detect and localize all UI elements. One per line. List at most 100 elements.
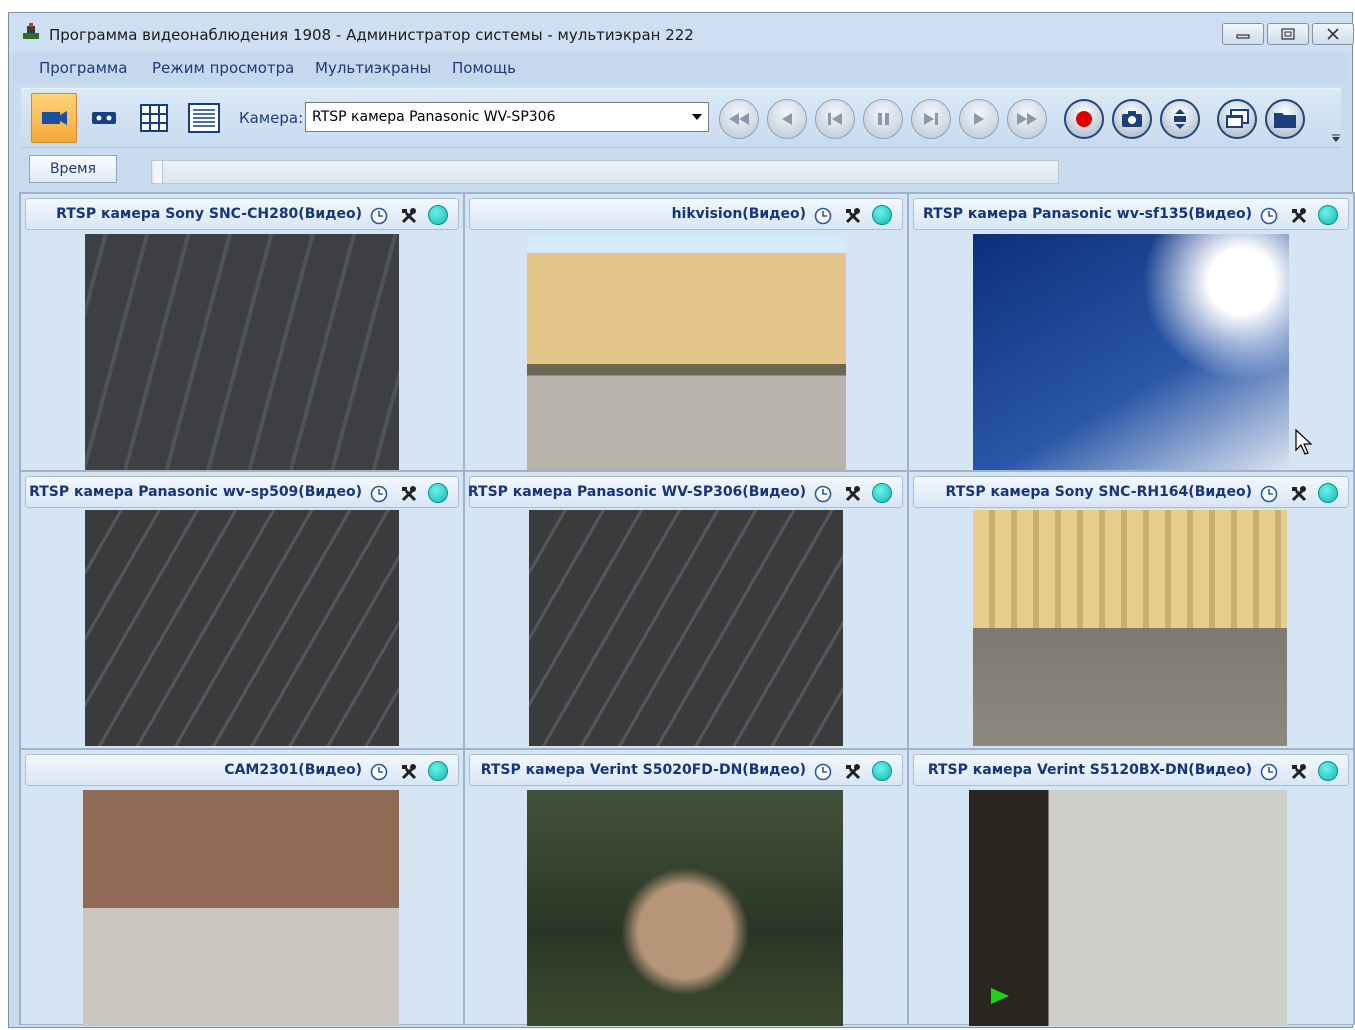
camera-video[interactable] [973, 234, 1289, 470]
tools-icon[interactable] [400, 485, 418, 503]
app-icon [23, 23, 39, 39]
time-slider[interactable] [151, 160, 1059, 184]
folder-icon [1274, 113, 1296, 128]
tools-icon[interactable] [400, 763, 418, 781]
camera-cell[interactable]: RTSP камера Panasonic wv-sp509(Видео) [20, 471, 464, 749]
menu-view-mode[interactable]: Режим просмотра [152, 59, 294, 77]
time-button[interactable]: Время [29, 155, 117, 183]
clock-icon[interactable] [1260, 207, 1278, 225]
main-window: Программа видеонаблюдения 1908 - Админис… [8, 12, 1355, 1028]
camera-header[interactable]: RTSP камера Panasonic wv-sp509(Видео) [25, 476, 459, 508]
snapshot-button[interactable] [1112, 99, 1152, 139]
camera-header[interactable]: RTSP камера Panasonic WV-SP306(Видео) [467, 476, 903, 508]
tools-icon[interactable] [844, 763, 862, 781]
list-view-button[interactable] [181, 93, 227, 143]
toolbar-overflow-icon[interactable] [1331, 133, 1341, 143]
skip-start-button[interactable] [815, 99, 855, 139]
list-view-icon [188, 103, 220, 133]
play-button[interactable] [959, 99, 999, 139]
clock-icon[interactable] [814, 485, 832, 503]
tools-icon[interactable] [844, 485, 862, 503]
play-overlay-icon [991, 988, 1009, 1004]
camera-view-icon [42, 111, 67, 125]
skip-start-icon [828, 113, 842, 125]
maximize-icon [1281, 28, 1295, 40]
camera-title: hikvision(Видео) [671, 206, 806, 222]
grid-view-button[interactable] [131, 93, 177, 143]
clock-icon[interactable] [1260, 763, 1278, 781]
single-view-button[interactable] [31, 93, 77, 143]
camera-cell[interactable]: RTSP камера Panasonic WV-SP306(Видео) [464, 471, 908, 749]
camera-header[interactable]: RTSP камера Sony SNC-CH280(Видео) [25, 198, 459, 230]
tools-icon[interactable] [1290, 485, 1308, 503]
camera-cell[interactable]: hikvision(Видео) [464, 193, 908, 471]
camera-video[interactable] [527, 234, 846, 470]
fit-button[interactable] [1160, 99, 1200, 139]
menu-multiscreens[interactable]: Мультиэкраны [315, 59, 431, 77]
maximize-button[interactable] [1267, 23, 1309, 45]
camera-title: RTSP камера Sony SNC-CH280(Видео) [56, 206, 362, 222]
tools-icon[interactable] [1290, 207, 1308, 225]
grid-view-icon [140, 104, 168, 132]
double-view-button[interactable] [81, 93, 127, 143]
step-back-button[interactable] [767, 99, 807, 139]
menu-program[interactable]: Программа [39, 59, 127, 77]
rewind-button[interactable] [719, 99, 759, 139]
camera-title: RTSP камера Panasonic WV-SP306(Видео) [467, 484, 806, 500]
camera-header[interactable]: RTSP камера Panasonic wv-sf135(Видео) [913, 198, 1349, 230]
camera-video[interactable] [85, 510, 399, 746]
pause-button[interactable] [863, 99, 903, 139]
camera-header[interactable]: hikvision(Видео) [469, 198, 903, 230]
tools-icon[interactable] [844, 207, 862, 225]
clock-icon[interactable] [370, 485, 388, 503]
clock-icon[interactable] [370, 763, 388, 781]
clock-icon[interactable] [370, 207, 388, 225]
camera-header[interactable]: RTSP камера Verint S5020FD-DN(Видео) [469, 754, 903, 786]
camera-select[interactable]: RTSP камера Panasonic WV-SP306 [305, 102, 709, 132]
camera-cell[interactable]: RTSP камера Sony SNC-RH164(Видео) [908, 471, 1354, 749]
minimize-button[interactable] [1222, 23, 1264, 45]
camera-title: RTSP камера Panasonic wv-sf135(Видео) [923, 206, 1252, 222]
tools-icon[interactable] [1290, 763, 1308, 781]
double-view-icon [92, 112, 116, 124]
close-button[interactable] [1312, 23, 1354, 45]
status-indicator [428, 761, 448, 781]
camera-video[interactable] [83, 790, 399, 1026]
camera-video[interactable] [85, 234, 399, 470]
time-slider-thumb[interactable] [154, 161, 163, 183]
title-bar: Программа видеонаблюдения 1908 - Админис… [9, 13, 1354, 51]
clock-icon[interactable] [1260, 485, 1278, 503]
camera-video[interactable] [527, 790, 843, 1026]
status-indicator [872, 761, 892, 781]
record-button[interactable] [1064, 99, 1104, 139]
status-indicator [1318, 483, 1338, 503]
menu-bar: Программа Режим просмотра Мультиэкраны П… [13, 53, 1348, 83]
camera-cell[interactable]: RTSP камера Verint S5120BX-DN(Видео) [908, 749, 1354, 1026]
camera-header[interactable]: RTSP камера Sony SNC-RH164(Видео) [913, 476, 1349, 508]
camera-header[interactable]: CAM2301(Видео) [25, 754, 459, 786]
camera-cell[interactable]: RTSP камера Sony SNC-CH280(Видео) [20, 193, 464, 471]
camera-label: Камера: [239, 109, 304, 127]
folder-button[interactable] [1265, 99, 1305, 139]
camera-video[interactable] [969, 790, 1287, 1026]
status-indicator [872, 483, 892, 503]
window-title: Программа видеонаблюдения 1908 - Админис… [49, 26, 694, 44]
camera-title: RTSP камера Verint S5020FD-DN(Видео) [480, 762, 806, 778]
menu-help[interactable]: Помощь [452, 59, 516, 77]
camera-title: RTSP камера Panasonic wv-sp509(Видео) [29, 484, 362, 500]
camera-cell[interactable]: RTSP камера Verint S5020FD-DN(Видео) [464, 749, 908, 1026]
camera-video[interactable] [973, 510, 1287, 746]
windows-button[interactable] [1217, 99, 1257, 139]
status-indicator [1318, 761, 1338, 781]
camera-video[interactable] [529, 510, 843, 746]
time-bar: Время [21, 152, 1341, 190]
clock-icon[interactable] [814, 763, 832, 781]
skip-end-button[interactable] [911, 99, 951, 139]
toolbar: Камера: RTSP камера Panasonic WV-SP306 [21, 88, 1341, 148]
camera-cell[interactable]: CAM2301(Видео) [20, 749, 464, 1026]
camera-cell[interactable]: RTSP камера Panasonic wv-sf135(Видео) [908, 193, 1354, 471]
clock-icon[interactable] [814, 207, 832, 225]
camera-header[interactable]: RTSP камера Verint S5120BX-DN(Видео) [913, 754, 1349, 786]
fast-forward-button[interactable] [1007, 99, 1047, 139]
tools-icon[interactable] [400, 207, 418, 225]
